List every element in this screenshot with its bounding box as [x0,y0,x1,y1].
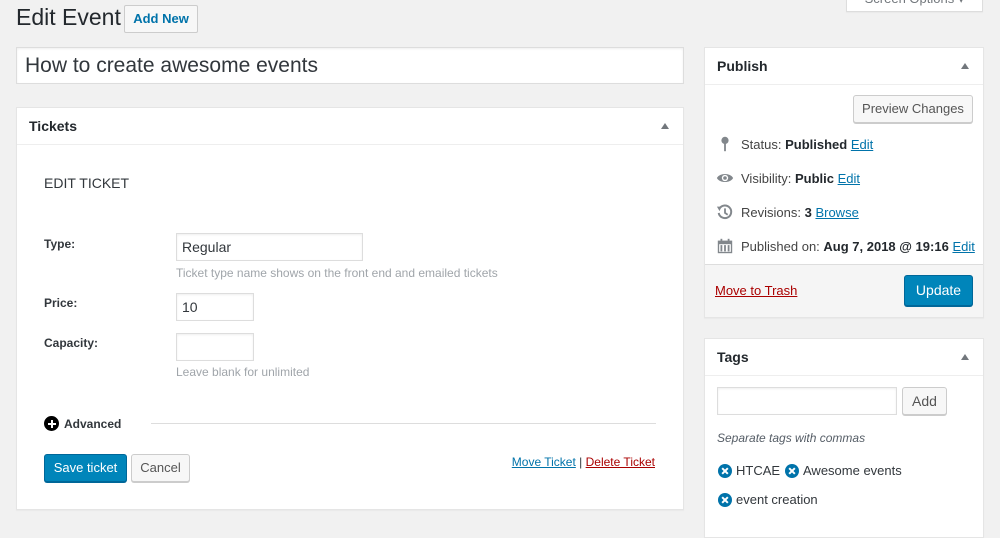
collapse-arrow-icon[interactable] [961,63,969,69]
tags-panel-title: Tags [717,349,749,365]
ticket-links-separator: | [579,455,583,469]
cancel-button[interactable]: Cancel [131,454,190,482]
tag-item: HTCAE [718,463,780,478]
plus-circle-icon [44,416,59,431]
status-value: Published [785,136,848,152]
add-tag-button[interactable]: Add [902,387,947,415]
visibility-edit-link[interactable]: Edit [838,171,860,186]
revisions-value: 3 [804,204,812,220]
status-edit-link[interactable]: Edit [851,137,873,152]
tag-item: event creation [718,492,818,507]
capacity-hint: Leave blank for unlimited [176,365,310,379]
revisions-row: Revisions: 3 Browse [716,203,859,221]
eye-icon [716,173,734,183]
published-on-row: Published on: Aug 7, 2018 @ 19:16 Edit [716,237,975,255]
screen-options-button[interactable]: Screen Options ▾ [846,0,983,12]
tickets-panel: Tickets EDIT TICKET Type: Regular Ticket… [16,107,684,510]
screen-options-label: Screen Options [865,0,955,6]
add-new-button[interactable]: Add New [124,5,198,33]
status-label: Status: [741,136,782,152]
advanced-toggle[interactable]: Advanced [44,416,121,431]
tags-hint: Separate tags with commas [717,431,866,445]
publish-actions: Move to Trash Update [705,264,983,317]
visibility-value: Public [794,170,834,186]
status-row: Status: Published Edit [716,135,873,153]
price-input[interactable]: 10 [176,293,254,321]
save-ticket-button[interactable]: Save ticket [44,454,127,482]
tickets-panel-title: Tickets [29,118,77,134]
publish-panel-header[interactable]: Publish [705,48,983,85]
type-hint: Ticket type name shows on the front end … [176,266,498,280]
advanced-divider [151,423,656,424]
post-title-input[interactable]: How to create awesome events [16,47,684,84]
page-title: Edit Event [16,4,121,30]
capacity-input[interactable] [176,333,254,361]
visibility-row: Visibility: Public Edit [716,169,860,187]
publish-panel-title: Publish [717,58,768,74]
published-on-value: Aug 7, 2018 @ 19:16 [823,238,949,254]
tag-item: Awesome events [785,463,902,478]
delete-ticket-link[interactable]: Delete Ticket [586,455,655,469]
pin-icon [721,136,729,152]
tag-label: event creation [736,492,818,507]
remove-tag-icon[interactable] [785,463,799,478]
revisions-browse-link[interactable]: Browse [815,205,858,220]
advanced-label: Advanced [64,416,122,431]
move-ticket-link[interactable]: Move Ticket [512,455,576,469]
tags-panel-header[interactable]: Tags [705,339,983,376]
tags-panel: Tags Add Separate tags with commas HTCAE… [704,338,984,538]
collapse-arrow-icon[interactable] [961,354,969,360]
tag-label: HTCAE [736,463,781,478]
ticket-actions: Move Ticket | Delete Ticket [512,455,655,469]
tag-label: Awesome events [803,463,902,478]
edit-ticket-heading: EDIT TICKET [44,175,130,191]
published-on-edit-link[interactable]: Edit [952,239,974,254]
history-icon [716,204,733,220]
remove-tag-icon[interactable] [718,463,732,478]
type-input[interactable]: Regular [176,233,363,261]
tickets-panel-header[interactable]: Tickets [17,108,683,145]
new-tag-input[interactable] [717,387,897,415]
published-on-label: Published on: [741,238,820,254]
capacity-label: Capacity: [44,336,99,350]
preview-changes-button[interactable]: Preview Changes [853,95,973,123]
visibility-label: Visibility: [741,170,792,186]
move-to-trash-link[interactable]: Move to Trash [715,283,797,298]
revisions-label: Revisions: [741,204,801,220]
remove-tag-icon[interactable] [718,492,732,507]
publish-panel: Publish Preview Changes Status: Publishe… [704,47,984,318]
collapse-arrow-icon[interactable] [661,123,669,129]
type-label: Type: [44,237,76,251]
calendar-icon [717,238,733,254]
price-label: Price: [44,296,78,310]
update-button[interactable]: Update [904,275,973,306]
